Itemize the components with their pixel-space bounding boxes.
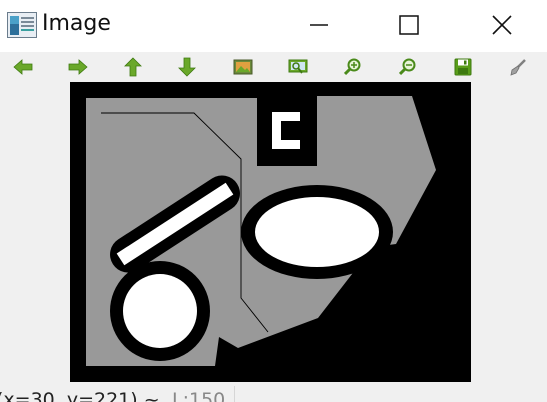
save-button[interactable] <box>451 56 475 78</box>
down-button[interactable] <box>175 56 199 78</box>
title-bar: Image <box>0 0 547 52</box>
arrow-right-icon <box>68 59 88 75</box>
maximize-button[interactable] <box>386 0 432 50</box>
up-button[interactable] <box>121 56 145 78</box>
circle-shape <box>123 274 197 348</box>
status-bar: (x=30, y=221) ~ L:150 <box>0 384 547 402</box>
image-window: Image (x=30, y=221) ~ L:150 <box>0 0 547 402</box>
brush-icon <box>510 59 526 76</box>
back-button[interactable] <box>11 56 35 78</box>
toolbar <box>0 52 547 82</box>
image-canvas-area[interactable] <box>0 82 547 386</box>
arrow-up-icon <box>124 57 142 77</box>
zoom-out-button[interactable] <box>396 56 420 78</box>
zoom-out-icon <box>399 58 416 76</box>
app-icon <box>7 12 37 38</box>
zoom-rect-icon <box>288 59 308 74</box>
minimize-icon <box>310 24 328 26</box>
clear-button[interactable] <box>506 56 530 78</box>
ellipse-shape <box>255 197 379 267</box>
arrow-left-icon <box>13 59 33 75</box>
zoom-rect-button[interactable] <box>286 56 310 78</box>
arrow-down-icon <box>178 57 196 77</box>
image-view[interactable] <box>70 82 471 382</box>
status-pixel-value: L:150 <box>172 389 226 402</box>
status-coordinates: (x=30, y=221) ~ <box>0 389 160 402</box>
minimize-button[interactable] <box>296 0 342 50</box>
forward-button[interactable] <box>66 56 90 78</box>
save-icon <box>454 58 472 76</box>
image-icon <box>233 59 253 75</box>
close-button[interactable] <box>479 0 525 50</box>
status-divider <box>234 386 235 402</box>
zoom-in-button[interactable] <box>341 56 365 78</box>
close-icon <box>492 15 512 35</box>
c-shape-border <box>257 96 317 166</box>
maximize-icon <box>399 15 419 35</box>
fit-image-button[interactable] <box>231 56 255 78</box>
window-title: Image <box>42 11 111 36</box>
zoom-in-icon <box>344 58 361 76</box>
